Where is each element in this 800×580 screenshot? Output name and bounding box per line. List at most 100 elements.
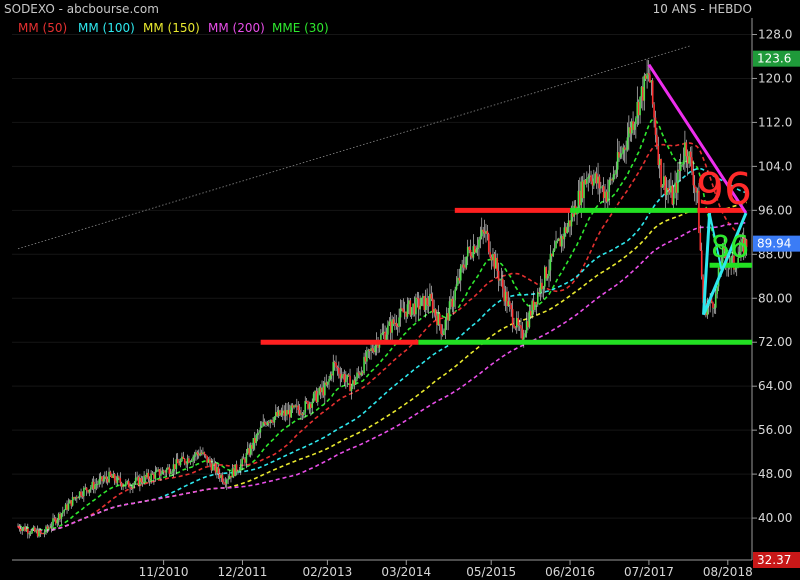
- candle-body: [644, 75, 647, 79]
- candle-body: [385, 334, 388, 340]
- candle-body: [600, 187, 602, 189]
- candle-body: [381, 333, 384, 335]
- candle-body: [563, 227, 566, 240]
- candle-body: [354, 379, 357, 385]
- candle-body: [628, 127, 630, 138]
- candle-body: [284, 410, 287, 416]
- candle-body: [451, 298, 454, 307]
- candle-body: [454, 289, 456, 301]
- candle-body: [151, 473, 154, 475]
- candle-body: [570, 213, 573, 227]
- candle-body: [56, 520, 59, 524]
- candle-body: [193, 455, 196, 457]
- y-tick-label: 56.00: [758, 423, 792, 437]
- candle-body: [621, 153, 623, 155]
- candle-body: [476, 247, 479, 250]
- candle-body: [566, 226, 569, 233]
- candle-body: [28, 533, 31, 535]
- candle-body: [363, 356, 365, 374]
- candle-body: [420, 298, 423, 306]
- candle-body: [685, 142, 688, 157]
- candle-body: [241, 458, 243, 464]
- candle-body: [258, 432, 260, 434]
- candle-body: [602, 186, 605, 199]
- candle-body: [520, 325, 522, 329]
- candle-body: [517, 317, 519, 326]
- candle-body: [522, 336, 525, 340]
- candle-body: [139, 478, 141, 486]
- candle-body: [123, 485, 126, 487]
- candle-body: [290, 405, 293, 418]
- candle-body: [518, 325, 521, 327]
- candle-body: [168, 467, 171, 474]
- candle-body: [541, 282, 543, 290]
- candle-body: [105, 476, 108, 479]
- y-tick-label: 112.0: [758, 115, 792, 129]
- candle-body: [625, 149, 627, 151]
- candle-body: [663, 176, 665, 186]
- candle-body: [525, 321, 528, 334]
- candle-body: [204, 454, 207, 456]
- candle-body: [22, 526, 25, 529]
- candle-body: [591, 181, 594, 186]
- candle-body: [335, 362, 337, 368]
- candle-body: [593, 178, 595, 186]
- candle-body: [231, 468, 234, 478]
- candle-body: [125, 482, 127, 486]
- candle-body: [38, 530, 40, 537]
- candle-body: [324, 382, 326, 396]
- candle-body: [504, 291, 507, 302]
- candle-body: [587, 177, 590, 179]
- y-tick-label: 64.00: [758, 379, 792, 393]
- candle-body: [417, 298, 420, 310]
- candle-body: [699, 232, 702, 251]
- candle-body: [529, 310, 532, 316]
- candle-body: [653, 104, 655, 118]
- candle-body: [501, 278, 504, 289]
- candle-body: [629, 127, 632, 134]
- candle-body: [545, 267, 548, 279]
- candle-body: [651, 80, 654, 105]
- candle-body: [97, 483, 99, 485]
- candle-body: [277, 410, 280, 416]
- candle-body: [104, 476, 106, 480]
- candle-body: [607, 191, 609, 202]
- candle-body: [458, 277, 461, 281]
- candle-body: [630, 121, 633, 134]
- candle-body: [224, 483, 227, 485]
- candle-body: [190, 460, 193, 462]
- candle-body: [276, 412, 278, 416]
- candle-body: [445, 313, 448, 320]
- candle-body: [280, 412, 283, 416]
- candle-body: [424, 297, 427, 310]
- candle-body: [559, 238, 562, 247]
- candle-body: [539, 282, 542, 294]
- candle-body: [339, 373, 342, 379]
- candle-body: [712, 302, 714, 308]
- candle-body: [314, 390, 316, 394]
- legend-ma100: MM (100): [78, 21, 135, 35]
- candle-body: [200, 452, 203, 454]
- candle-body: [604, 191, 606, 199]
- candle-body: [46, 526, 49, 529]
- candle-body: [346, 374, 349, 380]
- candle-body: [85, 487, 88, 491]
- candle-body: [713, 307, 716, 309]
- candle-body: [221, 475, 224, 482]
- candle-body: [366, 351, 368, 362]
- candle-body: [39, 530, 42, 534]
- candle-body: [352, 380, 354, 387]
- candle-body: [41, 533, 43, 535]
- candle-body: [328, 379, 330, 382]
- candle-body: [594, 173, 597, 179]
- candle-body: [235, 464, 238, 472]
- candle-body: [312, 393, 315, 402]
- candle-body: [489, 252, 491, 258]
- candle-body: [562, 236, 564, 240]
- candle-body: [181, 456, 183, 461]
- candle-body: [31, 529, 33, 534]
- candle-body: [555, 241, 557, 249]
- candle-body: [633, 123, 636, 130]
- candle-body: [679, 164, 682, 171]
- candle-body: [91, 481, 94, 488]
